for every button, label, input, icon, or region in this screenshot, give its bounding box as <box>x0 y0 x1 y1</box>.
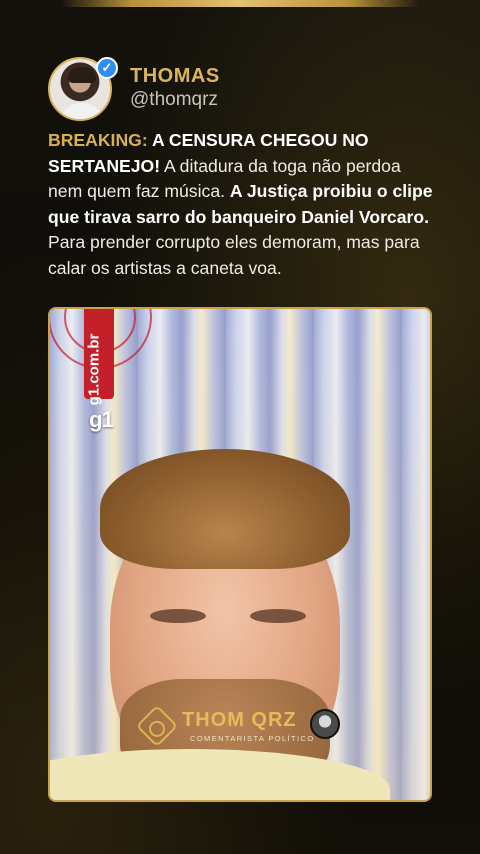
avatar-hair <box>68 67 96 83</box>
g1-logo: g1 <box>89 407 114 432</box>
display-name[interactable]: THOMAS <box>130 65 220 88</box>
tweet-text: BREAKING: A CENSURA CHEGOU NO SERTANEJO!… <box>48 128 438 282</box>
watermark-subtitle: COMENTARISTA POLÍTICO <box>190 734 315 743</box>
media-video-frame[interactable]: g1.com.br g1 THOM QRZ COMENTARISTA POLÍT… <box>48 307 432 802</box>
tweet-body-2: Para prender corrupto eles demoram, mas … <box>48 232 420 278</box>
lion-emblem-icon <box>135 704 179 748</box>
g1-source-url: g1.com.br <box>85 333 103 406</box>
verified-badge-icon: ✓ <box>96 57 118 79</box>
avatar-shirt <box>58 103 106 119</box>
watermark-avatar <box>310 709 340 739</box>
person-eye <box>150 609 206 623</box>
channel-watermark: THOM QRZ COMENTARISTA POLÍTICO <box>135 704 342 748</box>
tweet-header: ✓ THOMAS @thomqrz <box>48 57 428 121</box>
watermark-title: THOM QRZ <box>182 709 297 731</box>
person-hair <box>100 449 350 569</box>
breaking-label: BREAKING: <box>48 130 148 150</box>
person-eye <box>250 609 306 623</box>
top-accent-bar <box>60 0 420 7</box>
username-handle[interactable]: @thomqrz <box>130 89 218 111</box>
